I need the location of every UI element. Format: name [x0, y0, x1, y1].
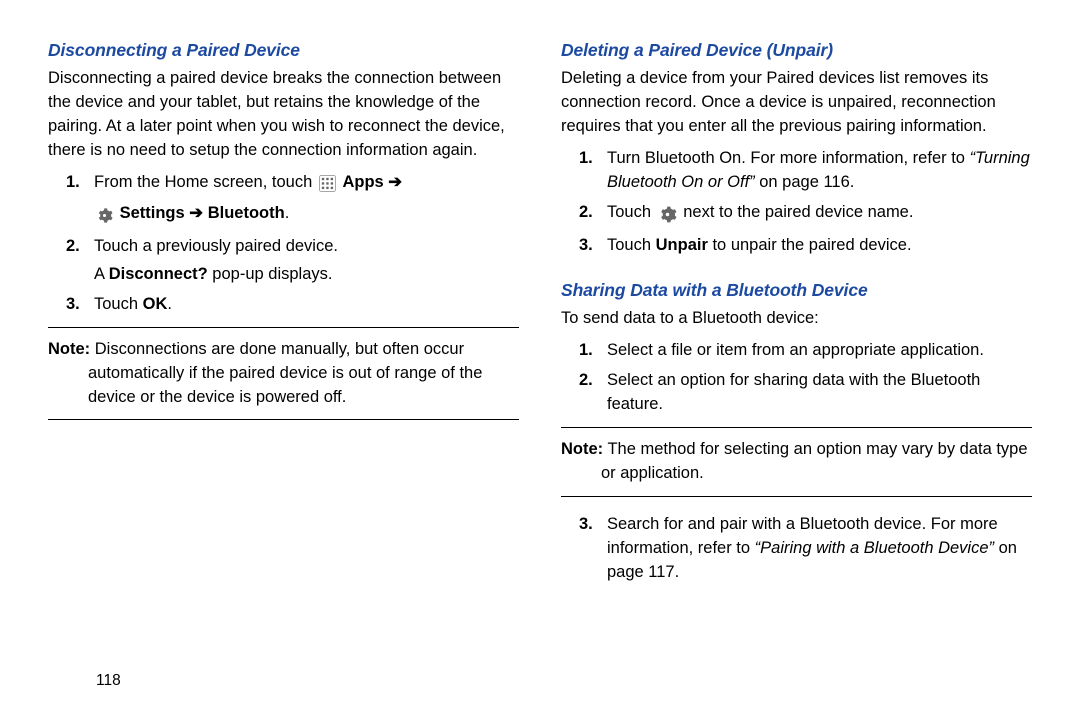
step-2b-a: A: [94, 265, 109, 283]
step-2-text: Touch a previously paired device.: [94, 237, 338, 255]
share-step-1: 1. Select a file or item from an appropr…: [607, 339, 1032, 363]
share1-text: Select a file or item from an appropriat…: [607, 341, 984, 359]
step-number: 1.: [579, 147, 593, 171]
step-1-text-a: From the Home screen, touch: [94, 173, 312, 191]
heading-deleting: Deleting a Paired Device (Unpair): [561, 38, 1032, 63]
del2-b: next to the paired device name.: [683, 203, 913, 221]
intro-disconnecting: Disconnecting a paired device breaks the…: [48, 67, 519, 163]
del3-a: Touch: [607, 236, 656, 254]
arrow-icon: ➔: [388, 173, 402, 191]
left-column: Disconnecting a Paired Device Disconnect…: [48, 38, 519, 593]
intro-deleting: Deleting a device from your Paired devic…: [561, 67, 1032, 139]
disconnect-popup-label: Disconnect?: [109, 265, 208, 283]
note-body: Disconnections are done manually, but of…: [88, 340, 482, 406]
step-number: 3.: [579, 513, 593, 537]
heading-sharing: Sharing Data with a Bluetooth Device: [561, 278, 1032, 303]
steps-sharing-a: 1. Select a file or item from an appropr…: [561, 339, 1032, 417]
del2-a: Touch: [607, 203, 651, 221]
bluetooth-label: Bluetooth: [208, 204, 285, 222]
heading-disconnecting: Disconnecting a Paired Device: [48, 38, 519, 63]
intro-sharing: To send data to a Bluetooth device:: [561, 307, 1032, 331]
del-step-2: 2. Touch next to the paired device name.: [607, 201, 1032, 228]
apps-label: Apps: [342, 173, 383, 191]
dot: .: [285, 204, 290, 222]
steps-deleting: 1. Turn Bluetooth On. For more informati…: [561, 147, 1032, 258]
unpair-label: Unpair: [656, 236, 708, 254]
share-step-3: 3. Search for and pair with a Bluetooth …: [607, 513, 1032, 585]
del3-b: to unpair the paired device.: [708, 236, 912, 254]
step-1: 1. From the Home screen, touch Apps ➔ Se…: [94, 171, 519, 229]
step-number: 3.: [579, 234, 593, 258]
note-disconnecting: Note: Disconnections are done manually, …: [48, 327, 519, 421]
two-column-layout: Disconnecting a Paired Device Disconnect…: [48, 38, 1032, 593]
step-2b-c: pop-up displays.: [208, 265, 333, 283]
step-number: 1.: [579, 339, 593, 363]
settings-gear-icon: [96, 205, 113, 229]
gear-icon: [658, 204, 677, 228]
step-number: 2.: [579, 201, 593, 225]
ref-page116: on page 116.: [759, 173, 854, 191]
del-step-3: 3. Touch Unpair to unpair the paired dev…: [607, 234, 1032, 258]
ok-label: OK: [143, 295, 168, 313]
step-number: 3.: [66, 293, 80, 317]
settings-label: Settings: [120, 204, 185, 222]
step-number: 2.: [66, 235, 80, 259]
del-step-1: 1. Turn Bluetooth On. For more informati…: [607, 147, 1032, 195]
steps-sharing-b: 3. Search for and pair with a Bluetooth …: [561, 513, 1032, 585]
step-2: 2. Touch a previously paired device. A D…: [94, 235, 519, 287]
right-column: Deleting a Paired Device (Unpair) Deleti…: [561, 38, 1032, 593]
note-lead: Note:: [561, 440, 603, 458]
note-lead: Note:: [48, 340, 90, 358]
step-number: 1.: [66, 171, 80, 195]
note-sharing: Note: The method for selecting an option…: [561, 427, 1032, 497]
apps-grid-icon: [319, 174, 336, 198]
page-number: 118: [96, 670, 121, 692]
step-3: 3. Touch OK.: [94, 293, 519, 317]
del1-text: Turn Bluetooth On. For more information,…: [607, 149, 965, 167]
step-3-dot: .: [167, 295, 172, 313]
share2-text: Select an option for sharing data with t…: [607, 371, 980, 413]
share-step-2: 2. Select an option for sharing data wit…: [607, 369, 1032, 417]
step-number: 2.: [579, 369, 593, 393]
note-body: The method for selecting an option may v…: [601, 440, 1028, 482]
steps-disconnecting: 1. From the Home screen, touch Apps ➔ Se…: [48, 171, 519, 317]
step-3-a: Touch: [94, 295, 143, 313]
arrow-icon: ➔: [189, 204, 207, 222]
ref-pairing: “Pairing with a Bluetooth Device”: [755, 539, 994, 557]
